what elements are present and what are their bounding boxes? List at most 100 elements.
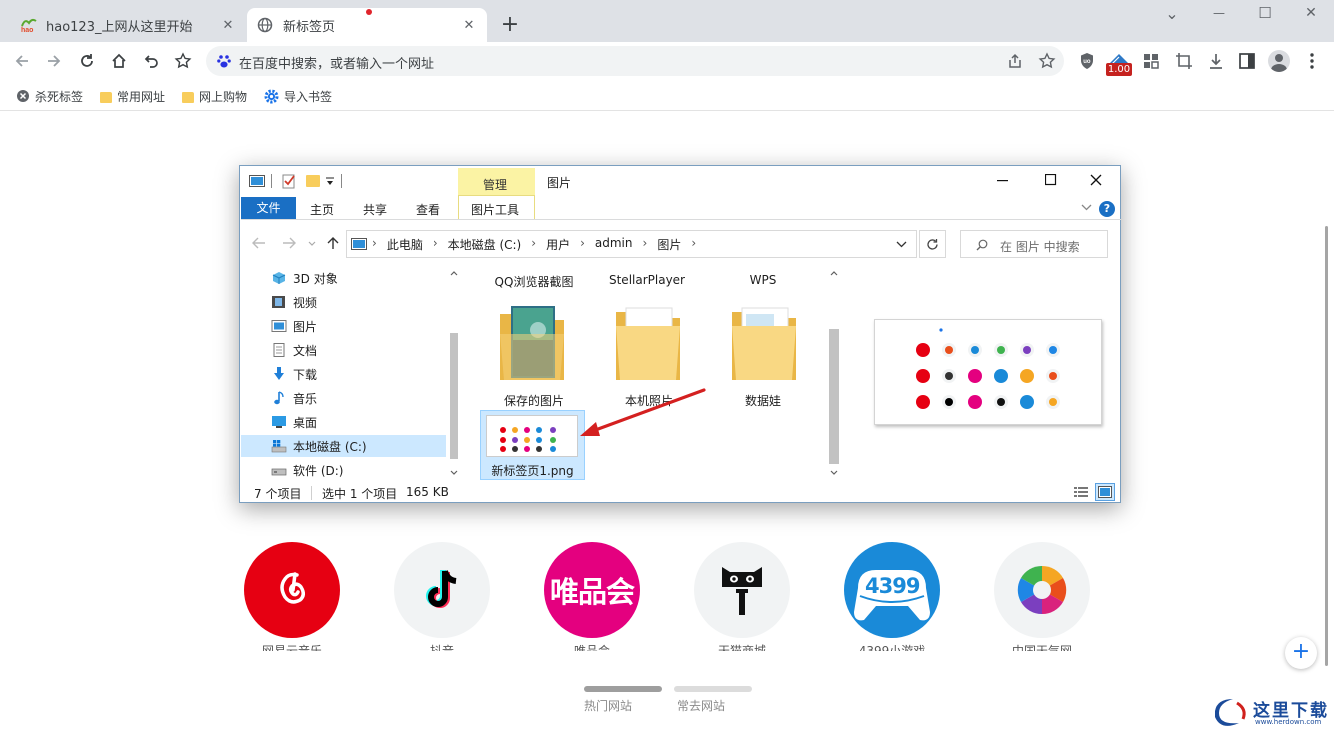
nav-pictures[interactable]: 图片 [271,315,317,337]
picture-folder-icon[interactable] [498,300,568,384]
breadcrumb-separator[interactable]: › [643,236,648,252]
site-vipshop[interactable]: 唯品会 [544,542,640,638]
ublock-shield-icon[interactable]: uo [1079,52,1095,70]
breadcrumb-this-pc[interactable]: 此电脑 [387,236,423,252]
menu-kebab-icon[interactable] [1304,52,1320,70]
properties-icon[interactable] [281,173,297,189]
folder-label-saved-pictures[interactable]: 保存的图片 [484,392,584,409]
breadcrumb-admin[interactable]: admin [595,236,633,252]
tab-search-dropdown[interactable]: ⌄ [1162,4,1182,23]
site-weather[interactable] [994,542,1090,638]
pager-label-frequent[interactable]: 常去网站 [677,697,731,714]
bookmark-kill-tab[interactable]: 杀死标签 [16,86,83,106]
ribbon-tab-file[interactable]: 文件 [241,197,296,219]
site-douyin[interactable] [394,542,490,638]
customize-dropdown-icon[interactable] [325,177,335,187]
close-window-button[interactable]: ✕ [1300,5,1322,21]
breadcrumb-separator[interactable]: › [580,236,585,252]
new-folder-quick-icon[interactable] [306,175,320,187]
folder-label-shujuwa[interactable]: 数据娃 [713,392,813,409]
nav-documents[interactable]: 文档 [271,339,317,361]
nav-back-icon[interactable] [252,237,266,249]
share-icon[interactable] [1006,52,1024,70]
maximize-button[interactable]: ☐ [1254,4,1276,22]
details-view-icon[interactable] [1073,485,1089,499]
explorer-minimize-icon[interactable] [997,180,1009,182]
content-scrollbar[interactable] [826,267,842,482]
pager-indicator-hot[interactable] [584,686,662,692]
breadcrumb-separator[interactable]: › [691,236,696,252]
douyin-note-icon [426,570,457,608]
page-scrollbar[interactable] [1325,226,1328,666]
bookmark-star-icon[interactable] [1038,52,1056,70]
folder-label-qq-screenshots[interactable]: QQ浏览器截图 [484,273,584,290]
home-button[interactable] [103,42,135,80]
breadcrumb-separator[interactable]: › [433,236,438,252]
site-tmall[interactable] [694,542,790,638]
reload-button[interactable] [71,42,103,80]
bookmark-folder-shopping[interactable]: 网上购物 [182,86,247,106]
help-button[interactable]: ? [1099,201,1115,217]
explorer-close-icon[interactable] [1090,174,1102,186]
forward-button[interactable] [38,42,70,80]
recent-locations-chevron-icon[interactable] [308,241,316,246]
address-history-chevron-icon[interactable] [896,241,907,248]
site-netease-music[interactable] [244,542,340,638]
crop-icon[interactable] [1175,52,1193,70]
ribbon-context-tab-manage[interactable]: 管理 [483,176,507,193]
star-icon [174,52,192,69]
apps-grid-icon[interactable] [1143,53,1159,69]
nav-local-disk-c[interactable]: 本地磁盘 (C:) [241,435,446,457]
breadcrumb-separator[interactable]: › [372,236,377,252]
pager-label-hot[interactable]: 热门网站 [584,697,638,714]
nav-music[interactable]: 音乐 [271,387,317,409]
speed-extension-button[interactable]: 1.00 [1106,50,1132,76]
undo-close-button[interactable] [135,42,167,80]
nav-3d-objects[interactable]: 3D 对象 [271,267,338,289]
nav-scroll-thumb[interactable] [450,333,458,459]
ribbon-tab-share[interactable]: 共享 [363,201,387,218]
site-4399[interactable]: 4399 [844,542,940,638]
search-box[interactable]: 在 图片 中搜索 [960,230,1108,258]
download-icon[interactable] [1207,52,1225,70]
breadcrumb-drive-c[interactable]: 本地磁盘 (C:) [448,236,522,252]
nav-drive-d[interactable]: 软件 (D:) [271,459,343,481]
breadcrumb-pictures[interactable]: 图片 [657,236,681,252]
content-scroll-thumb[interactable] [829,329,839,464]
profile-avatar[interactable] [1268,50,1290,72]
ribbon-tab-home[interactable]: 主页 [310,201,334,218]
nav-up-icon[interactable] [327,236,339,250]
large-icons-view-button[interactable] [1095,483,1115,501]
address-bar[interactable]: 在百度中搜索，或者输入一个网址 [206,46,1064,76]
close-tab-icon[interactable]: ✕ [220,17,236,33]
breadcrumb-separator[interactable]: › [531,236,536,252]
nav-scrollbar[interactable] [446,267,462,482]
nav-downloads[interactable]: 下载 [271,363,317,385]
nav-forward-icon[interactable] [282,237,296,249]
folder-icon[interactable] [730,300,800,384]
refresh-button[interactable] [919,230,946,258]
folder-label-wps[interactable]: WPS [713,273,813,287]
nav-videos[interactable]: 视频 [271,291,317,313]
file-thumbnail [486,415,578,457]
folder-label-stellarplayer[interactable]: StellarPlayer [597,273,697,287]
pager-indicator-frequent[interactable] [674,686,752,692]
explorer-maximize-icon[interactable] [1045,174,1057,186]
close-tab-icon[interactable]: ✕ [461,17,477,33]
bookmark-import[interactable]: 导入书签 [264,86,332,106]
new-tab-button[interactable]: + [498,12,522,38]
minimize-button[interactable]: — [1208,6,1230,20]
folder-icon[interactable] [614,300,684,384]
ribbon-expand-chevron-icon[interactable] [1081,204,1092,211]
status-item-count: 7 个项目 [254,487,302,501]
back-button[interactable] [6,42,38,80]
side-panel-icon[interactable] [1239,53,1255,69]
favorite-button[interactable] [167,42,199,80]
add-shortcut-button[interactable]: + [1285,637,1317,669]
pc-icon [351,238,367,250]
tab-hao123[interactable]: hao hao123_上网从这里开始 ✕ [10,8,246,42]
bookmark-folder-common[interactable]: 常用网址 [100,86,165,106]
breadcrumb-users[interactable]: 用户 [546,236,570,252]
ribbon-tab-view[interactable]: 查看 [416,201,440,218]
nav-desktop[interactable]: 桌面 [271,411,317,433]
